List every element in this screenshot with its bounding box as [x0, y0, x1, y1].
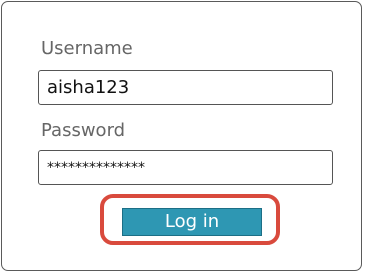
username-field[interactable]	[38, 70, 333, 105]
username-label: Username	[41, 38, 133, 59]
password-label: Password	[41, 120, 126, 141]
password-field[interactable]	[38, 150, 333, 185]
login-panel: Username Password Log in	[1, 1, 362, 271]
log-in-button[interactable]: Log in	[122, 208, 262, 236]
